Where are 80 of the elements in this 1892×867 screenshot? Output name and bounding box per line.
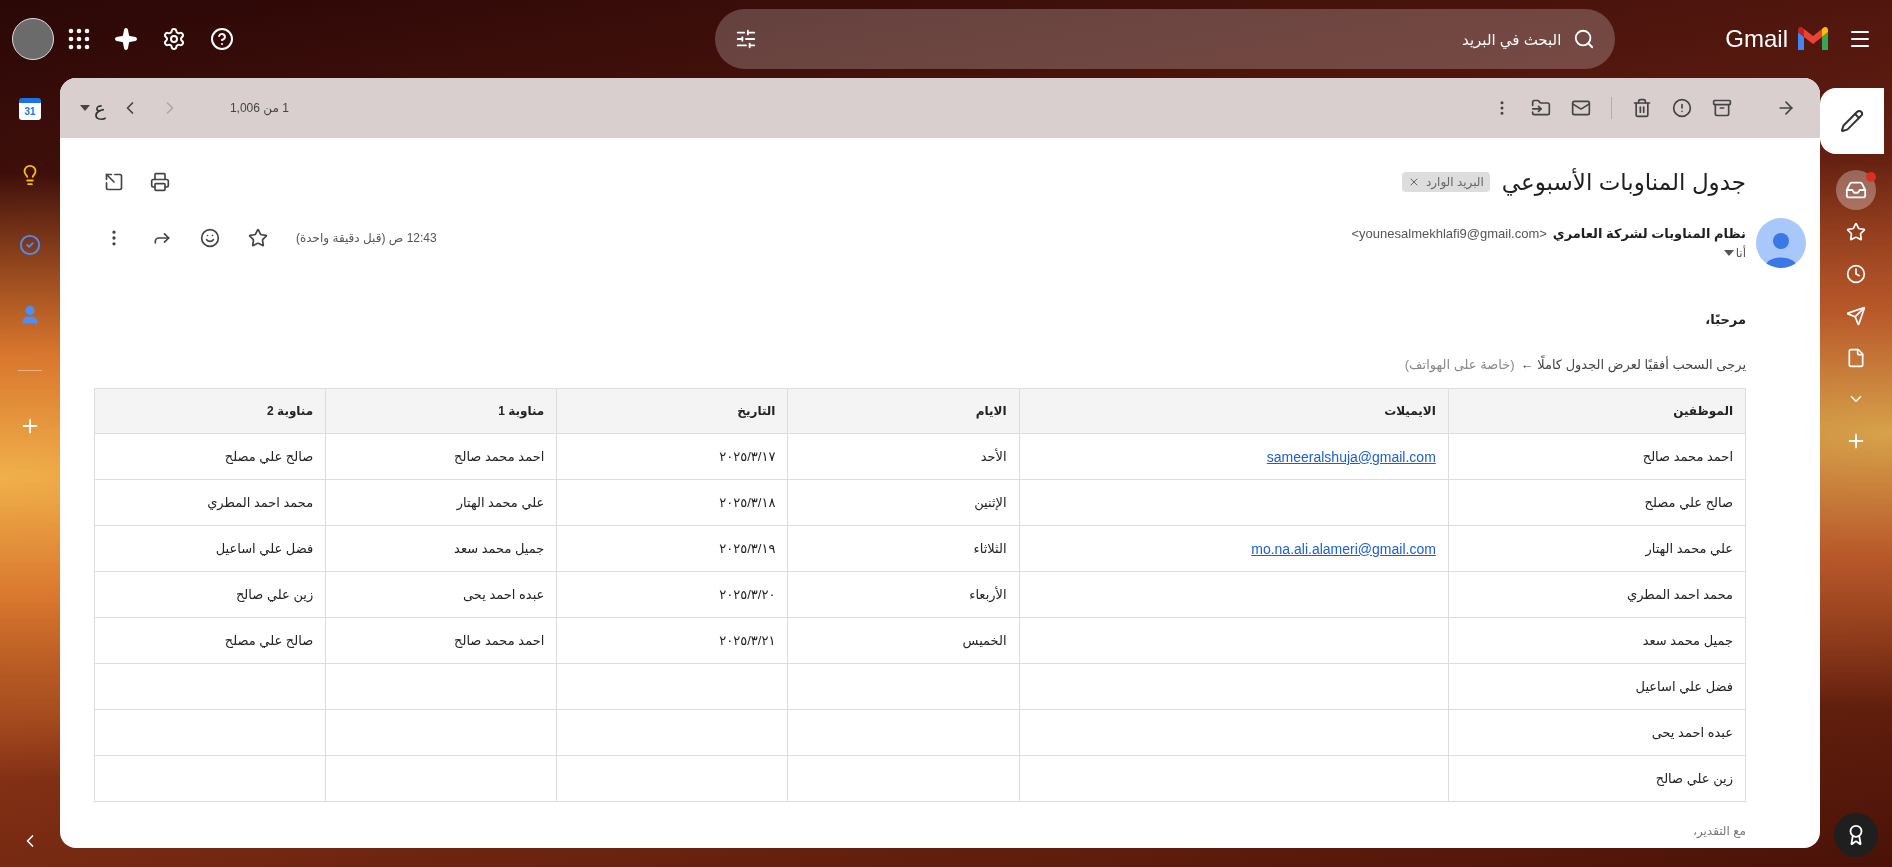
table-cell-text: زين علي صالح (235, 587, 314, 602)
caret-icon[interactable] (1723, 250, 1734, 256)
table-cell-text: صالح علي مصلح (224, 449, 314, 464)
table-cell-text: الثلاثاء (973, 541, 1007, 556)
column-header: الموظفين (1448, 388, 1746, 434)
hint-text: (خاصة على الهواتف) (1404, 357, 1515, 372)
greeting-text: مرحبًا، (1704, 312, 1746, 327)
column-header: الايميلات (1019, 388, 1449, 434)
filter-sliders-icon[interactable] (735, 28, 758, 50)
expand-icon[interactable] (104, 172, 124, 192)
apps-grid-icon[interactable] (68, 28, 90, 50)
mail-icon[interactable] (1571, 98, 1591, 118)
avatar[interactable] (12, 18, 54, 60)
table-cell-text: عبده احمد يحى (462, 587, 545, 602)
sender-email: <younesalmekhlafi9@gmail.com> (1351, 226, 1547, 241)
table-cell-text: صالح علي مصلح (224, 633, 314, 648)
settings-icon[interactable] (162, 27, 186, 51)
email-subject: جدول المناوبات الأسبوعي (1501, 168, 1746, 196)
compose-button[interactable] (1820, 88, 1884, 154)
table-cell-text: جميل محمد سعد (1642, 633, 1733, 648)
instruction-text: يرجى السحب أفقيًا لعرض الجدول كاملًا ← (1520, 357, 1746, 372)
search-icon[interactable] (1573, 28, 1596, 50)
calendar-icon[interactable]: 31 (19, 98, 41, 120)
caret-icon[interactable] (80, 105, 90, 111)
folder-move-icon[interactable] (1531, 98, 1551, 118)
mail-logo-icon[interactable] (1796, 26, 1830, 52)
table-cell-text: عبده احمد يحى (1651, 725, 1733, 740)
table-cell-text: علي محمد الهتار (456, 495, 545, 510)
table-cell-text: الخميس (962, 633, 1007, 648)
message-count: 1 من 1,006 (229, 101, 289, 115)
smile-icon[interactable] (200, 228, 220, 248)
table-cell-text: ٢٠٢٥/٣/٢٠ (719, 587, 776, 602)
search-bar[interactable]: البحث في البريد (715, 9, 1616, 69)
recipient-dropdown[interactable]: أنا (1351, 246, 1746, 260)
table-cell-text: محمد احمد المطري (1627, 587, 1733, 602)
table-cell-text: صالح علي مصلح (1644, 495, 1733, 510)
send-icon[interactable] (1846, 306, 1866, 326)
table-cell-text: ٢٠٢٥/٣/١٨ (719, 495, 776, 510)
email-link[interactable]: mo.na.ali.alameri@gmail.com (1251, 540, 1436, 557)
table-cell-text: علي محمد الهتار (1645, 541, 1733, 556)
pencil-icon[interactable] (1840, 109, 1864, 133)
closing-text: مع التقدير، (1692, 824, 1746, 838)
table-cell-text: ٢٠٢٥/٣/٢١ (719, 633, 776, 648)
table-cell-text: فضل علي اساعيل (215, 541, 314, 556)
search-field[interactable]: البحث في البريد (767, 29, 1564, 49)
clock-icon[interactable] (1846, 264, 1866, 284)
table-cell-text: احمد محمد صالح (454, 633, 545, 648)
sparkle-icon[interactable] (114, 27, 138, 51)
message-time: 12:43 ص (قبل دقيقة واحدة) (296, 231, 437, 245)
column-header: مناوبة 2 (94, 388, 326, 434)
archive-icon[interactable] (1712, 98, 1732, 118)
table-cell-text: زين علي صالح (1655, 771, 1733, 786)
sender-avatar[interactable] (1756, 218, 1806, 268)
logo-text[interactable]: Gmail (1725, 25, 1788, 53)
table-cell-text: الأحد (980, 449, 1007, 464)
printer-icon[interactable] (150, 172, 170, 192)
award-icon[interactable] (1834, 813, 1878, 857)
table-cell-text: ٢٠٢٥/٣/١٧ (719, 449, 776, 464)
check-circle-icon[interactable] (19, 234, 41, 256)
help-icon[interactable] (210, 27, 234, 51)
inbox-icon[interactable] (1836, 170, 1876, 210)
table-cell-text: احمد محمد صالح (454, 449, 545, 464)
email-link[interactable]: sameeralshuja@gmail.com (1266, 448, 1436, 465)
table-cell-text: محمد احمد المطري (207, 495, 314, 510)
input-tool-letter[interactable]: ع (94, 96, 106, 120)
column-header: مناوبة 1 (325, 388, 557, 434)
table-cell-text: جميل محمد سعد (454, 541, 545, 556)
alert-icon[interactable] (1672, 98, 1692, 118)
column-header: التاريخ (556, 388, 788, 434)
label-chip[interactable]: البريد الوارد (1401, 172, 1490, 192)
sender-name: نظام المناوبات لشركة العامري (1552, 226, 1746, 241)
table-cell-text: احمد محمد صالح (1642, 449, 1733, 464)
table-cell-text: فضل علي اساعيل (1635, 679, 1733, 694)
table-cell-text: الإثنين (974, 495, 1007, 510)
star-icon[interactable] (248, 228, 268, 248)
column-header: الايام (787, 388, 1020, 434)
file-icon[interactable] (1846, 348, 1866, 368)
trash-icon[interactable] (1632, 98, 1652, 118)
table-cell-text: ٢٠٢٥/٣/١٩ (719, 541, 776, 556)
table-cell-text: الأربعاء (969, 587, 1007, 602)
